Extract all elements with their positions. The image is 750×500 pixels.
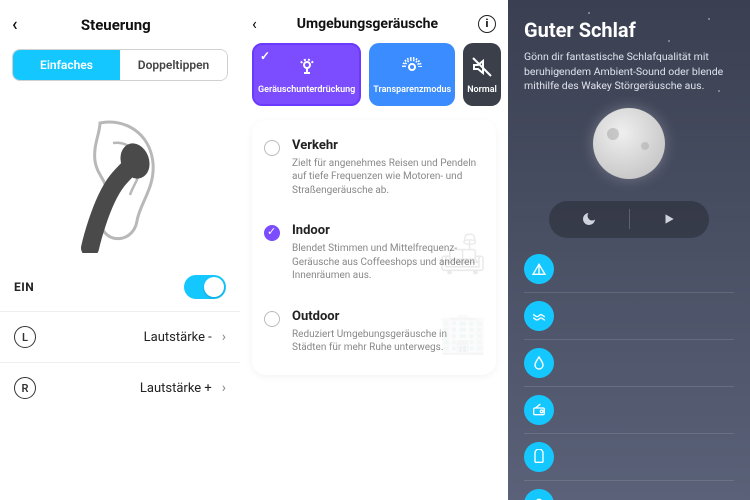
tab-simple[interactable]: Einfaches [13, 50, 120, 80]
sound-drop[interactable] [524, 340, 734, 387]
sofa-icon: 🛋 [437, 231, 488, 278]
play-icon [662, 212, 676, 226]
building-icon: 🏢 [438, 309, 488, 356]
left-action-label: Lautstärke - [46, 330, 212, 345]
ambient-screen: ‹ Umgebungsgeräusche i ✓ Geräuschunterdr… [240, 0, 508, 500]
transparency-icon [400, 55, 424, 79]
right-badge: R [14, 377, 36, 399]
sound-door[interactable] [524, 434, 734, 481]
left-badge: L [14, 326, 36, 348]
profile-list: Verkehr Zielt für angenehmes Reisen und … [252, 120, 496, 375]
sound-radio[interactable] [524, 387, 734, 434]
door-icon [524, 442, 554, 472]
profile-desc: Zielt für angenehmes Reisen und Pendeln … [292, 157, 482, 198]
info-icon[interactable]: i [478, 15, 496, 33]
toggle-label: EIN [14, 280, 34, 294]
chevron-right-icon: › [222, 380, 226, 396]
tent-icon [524, 254, 554, 284]
sound-list [524, 246, 734, 500]
waves-icon [524, 301, 554, 331]
ear-icon [45, 103, 195, 253]
mode-normal-label: Normal [467, 85, 497, 96]
sound-tent[interactable] [524, 246, 734, 293]
play-button[interactable] [630, 212, 710, 226]
mode-anc[interactable]: ✓ Geräuschunterdrückung [252, 43, 361, 106]
enable-toggle[interactable] [184, 275, 226, 299]
right-action-label: Lautstärke + [46, 381, 212, 396]
page-title: Umgebungsgeräusche [257, 16, 478, 32]
player-pill [549, 201, 709, 238]
profile-indoor[interactable]: Indoor Blendet Stimmen und Mittelfrequen… [252, 211, 496, 297]
header: ‹ Umgebungsgeräusche i [240, 0, 508, 43]
mode-normal[interactable]: Normal [463, 43, 501, 106]
night-mode-button[interactable] [549, 211, 629, 227]
tab-double-tap[interactable]: Doppeltippen [120, 50, 227, 80]
header: ‹ Steuerung [0, 0, 240, 45]
profile-name: Verkehr [292, 138, 482, 153]
drop-icon [524, 348, 554, 378]
sound-waves[interactable] [524, 293, 734, 340]
radio-icon [524, 395, 554, 425]
mode-bar: ✓ Geräuschunterdrückung Transparenzmodus… [240, 43, 508, 114]
right-control-row[interactable]: R Lautstärke + › [0, 363, 240, 413]
tab-bar: Einfaches Doppeltippen [12, 49, 228, 81]
normal-icon [470, 55, 494, 79]
page-title: Guter Schlaf [524, 18, 734, 42]
radio-icon [264, 140, 280, 156]
page-title: Steuerung [4, 16, 228, 34]
sound-pod[interactable] [524, 481, 734, 500]
mode-transparency[interactable]: Transparenzmodus [369, 43, 455, 106]
check-icon: ✓ [260, 49, 270, 63]
anc-icon [295, 55, 319, 79]
controls-list: L Lautstärke - › [0, 311, 240, 362]
radio-icon [264, 311, 280, 327]
sleep-screen: Guter Schlaf Gönn dir fantastische Schla… [508, 0, 750, 500]
controls-screen: ‹ Steuerung Einfaches Doppeltippen EIN L… [0, 0, 240, 500]
chevron-right-icon: › [222, 329, 226, 345]
profile-outdoor[interactable]: Outdoor Reduziert Umgebungsgeräusche in … [252, 297, 496, 369]
moon-icon [593, 108, 665, 179]
mode-transparency-label: Transparenzmodus [373, 85, 451, 96]
enable-row: EIN [0, 263, 240, 311]
page-subtitle: Gönn dir fantastische Schlafqualität mit… [524, 50, 734, 94]
ear-illustration [0, 93, 240, 263]
left-control-row[interactable]: L Lautstärke - › [0, 312, 240, 362]
moon-area [524, 108, 734, 238]
mode-anc-label: Geräuschunterdrückung [258, 85, 355, 96]
profile-verkehr[interactable]: Verkehr Zielt für angenehmes Reisen und … [252, 126, 496, 212]
pod-icon [524, 489, 554, 500]
controls-list: R Lautstärke + › [0, 362, 240, 413]
radio-selected-icon [264, 225, 280, 241]
moon-small-icon [581, 211, 597, 227]
